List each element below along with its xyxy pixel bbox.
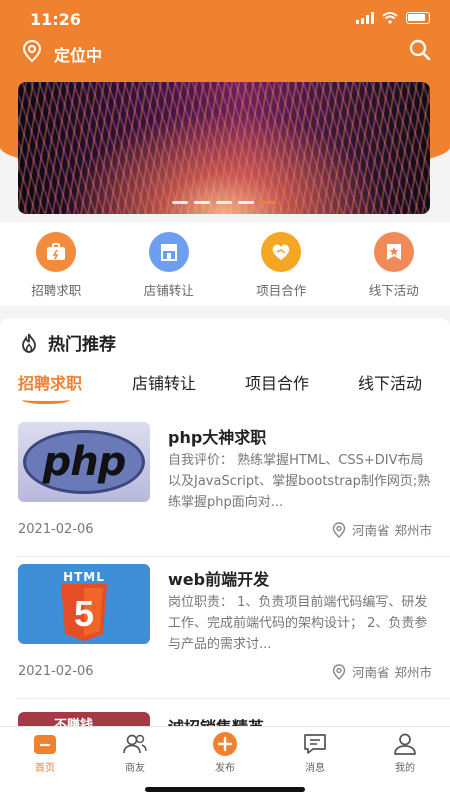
card-date: 2021-02-06	[18, 522, 94, 537]
quick-nav-store-transfer[interactable]: 店铺转让	[113, 222, 226, 306]
wifi-icon	[382, 12, 398, 24]
quick-nav-project-cooperation[interactable]: 项目合作	[225, 222, 338, 306]
card-title: php大神求职	[168, 428, 267, 447]
carousel-dot-active[interactable]	[260, 201, 276, 204]
tabbar-label: 首页	[35, 763, 55, 774]
tab-store-transfer[interactable]: 店铺转让	[132, 370, 196, 394]
html5-shield-icon: 5	[61, 584, 107, 641]
location-bar: 定位中	[0, 36, 450, 66]
location-pin-icon	[332, 521, 346, 538]
hot-recommend-section: 热门推荐 招聘求职 店铺转让 项目合作 线下活动 php php大神求职 自我评…	[0, 318, 450, 728]
card-description: 自我评价： 熟练掌握HTML、CSS+DIV布局以及JavaScript、掌握b…	[168, 453, 431, 510]
location-pin-icon[interactable]	[20, 39, 44, 63]
home-icon	[0, 731, 90, 757]
signal-icon	[356, 12, 374, 24]
search-icon[interactable]	[408, 38, 432, 62]
tabbar-profile[interactable]: 我的	[360, 731, 450, 774]
section-title: 热门推荐	[48, 335, 116, 355]
quick-nav-label: 线下活动	[368, 283, 419, 298]
carousel-dot[interactable]	[194, 201, 210, 204]
home-indicator	[145, 787, 305, 792]
carousel-dot[interactable]	[172, 201, 188, 204]
tabbar-publish[interactable]: 发布	[180, 731, 270, 774]
user-icon	[360, 731, 450, 757]
plus-circle-icon	[180, 731, 270, 757]
card-province: 河南省	[351, 523, 390, 538]
location-text[interactable]: 定位中	[54, 42, 102, 66]
card-title: web前端开发	[168, 570, 270, 589]
banner-carousel[interactable]	[18, 82, 430, 214]
card-province: 河南省	[351, 665, 390, 680]
divider	[18, 556, 450, 557]
tabbar-label: 发布	[215, 763, 235, 774]
tabbar-home[interactable]: 首页	[0, 731, 90, 774]
quick-nav-label: 店铺转让	[143, 283, 194, 298]
tabbar-label: 消息	[305, 763, 325, 774]
star-badge-icon	[373, 232, 414, 272]
tabbar-label: 我的	[395, 763, 415, 774]
status-bar: 11:26	[0, 0, 450, 36]
active-tab-indicator	[22, 396, 70, 404]
quick-nav-label: 项目合作	[256, 283, 307, 298]
divider	[18, 698, 450, 699]
card-description: 岗位职责： 1、负责项目前端代码编写、研发工作、完成前端代码的架构设计； 2、负…	[168, 595, 428, 652]
card-city: 郑州市	[394, 523, 432, 538]
quick-nav-offline-events[interactable]: 线下活动	[338, 222, 450, 306]
message-icon	[270, 731, 360, 757]
quick-nav: 招聘求职 店铺转让 项目合作 线下活动	[0, 222, 450, 306]
status-icons	[356, 12, 430, 24]
carousel-indicator	[18, 201, 430, 204]
card-location: 河南省 郑州市	[331, 662, 432, 681]
tabbar-label: 商友	[125, 763, 145, 774]
card-city: 郑州市	[394, 665, 432, 680]
card-thumbnail: HTML 5	[18, 564, 150, 644]
carousel-dot[interactable]	[238, 201, 254, 204]
location-pin-icon	[332, 663, 346, 680]
card-thumbnail: php	[18, 422, 150, 502]
status-time: 11:26	[30, 10, 81, 29]
list-item[interactable]: HTML 5 web前端开发 岗位职责： 1、负责项目前端代码编写、研发工作、完…	[0, 564, 450, 714]
card-location: 河南省 郑州市	[331, 520, 432, 539]
store-icon	[148, 232, 189, 272]
tab-project-cooperation[interactable]: 项目合作	[245, 370, 309, 394]
carousel-dot[interactable]	[216, 201, 232, 204]
quick-nav-label: 招聘求职	[31, 283, 82, 298]
tab-offline-events[interactable]: 线下活动	[358, 370, 422, 394]
tab-recruitment[interactable]: 招聘求职	[18, 370, 82, 394]
php-logo: php	[23, 430, 145, 494]
bottom-tab-bar: 首页 商友 发布 消息 我的	[0, 726, 450, 800]
briefcase-icon	[36, 232, 77, 272]
tabbar-friends[interactable]: 商友	[90, 731, 180, 774]
friends-icon	[90, 731, 180, 757]
handshake-icon	[261, 232, 302, 272]
tabbar-messages[interactable]: 消息	[270, 731, 360, 774]
quick-nav-recruitment[interactable]: 招聘求职	[0, 222, 113, 306]
battery-icon	[406, 12, 430, 24]
list-item[interactable]: php php大神求职 自我评价： 熟练掌握HTML、CSS+DIV布局以及Ja…	[0, 422, 450, 572]
card-date: 2021-02-06	[18, 664, 94, 679]
html5-label: HTML	[63, 570, 105, 584]
category-tabs: 招聘求职 店铺转让 项目合作 线下活动	[0, 370, 450, 404]
svg-text:5: 5	[74, 593, 94, 634]
flame-icon	[22, 333, 36, 353]
section-header: 热门推荐	[18, 330, 116, 355]
